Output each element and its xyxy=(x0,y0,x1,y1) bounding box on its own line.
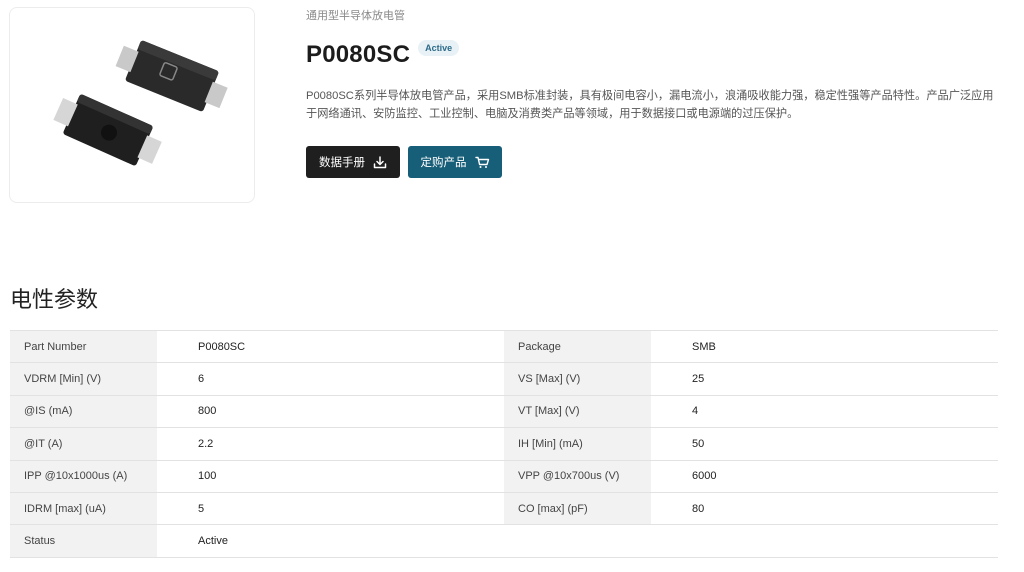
spec-value: 4 xyxy=(651,394,998,428)
spec-label: Package xyxy=(504,329,651,363)
spec-label: VPP @10x700us (V) xyxy=(504,459,651,493)
spec-label: IH [Min] (mA) xyxy=(504,427,651,461)
spec-value: 80 xyxy=(651,491,998,525)
spec-label: @IT (A) xyxy=(10,427,157,461)
spec-label: VDRM [Min] (V) xyxy=(10,362,157,396)
status-badge: Active xyxy=(418,40,460,56)
spec-value: P0080SC xyxy=(157,329,504,363)
buy-button-label: 定购产品 xyxy=(420,157,467,169)
spec-label: @IS (mA) xyxy=(10,394,157,428)
spec-label: IPP @10x1000us (A) xyxy=(10,459,157,493)
spec-label: VS [Max] (V) xyxy=(504,362,651,396)
table-row: @IS (mA) 800 VT [Max] (V) 4 xyxy=(10,394,998,428)
page-title: P0080SC xyxy=(306,41,411,68)
spec-table: Part Number P0080SC Package SMB VDRM [Min] (… xyxy=(10,329,998,558)
smb-package-photo xyxy=(53,40,228,166)
spec-label: CO [max] (pF) xyxy=(504,491,651,525)
section-title: 电性参数 xyxy=(10,288,99,313)
table-row: IPP @10x1000us (A) 100 VPP @10x700us (V) 60… xyxy=(10,459,998,493)
spec-label xyxy=(504,524,651,558)
spec-value: Active xyxy=(157,524,504,558)
product-category: 通用型半导体放电管 xyxy=(306,10,405,22)
cart-icon xyxy=(474,156,489,168)
spec-value: 800 xyxy=(157,394,504,428)
spec-label: Status xyxy=(10,524,157,558)
product-image xyxy=(9,7,255,203)
spec-label: Part Number xyxy=(10,329,157,363)
buy-button[interactable]: 定购产品 xyxy=(408,146,502,178)
spec-value: 6 xyxy=(157,362,504,396)
table-row: Part Number P0080SC Package SMB xyxy=(10,329,998,363)
spec-value: SMB xyxy=(651,329,998,363)
table-row: @IT (A) 2.2 IH [Min] (mA) 50 xyxy=(10,427,998,461)
product-description: P0080SC系列半导体放电管产品，采用SMB标准封装，具有极间电容小，漏电流小… xyxy=(306,90,994,120)
spec-label: VT [Max] (V) xyxy=(504,394,651,428)
table-row: Status Active xyxy=(10,524,998,558)
title-row: P0080SC Active xyxy=(306,40,460,69)
spec-value: 100 xyxy=(157,459,504,493)
datasheet-button-label: 数据手册 xyxy=(319,157,365,169)
table-row: IDRM [max] (uA) 5 CO [max] (pF) 80 xyxy=(10,491,998,525)
spec-value: 2.2 xyxy=(157,427,504,461)
spec-value: 6000 xyxy=(651,459,998,493)
table-row: VDRM [Min] (V) 6 VS [Max] (V) 25 xyxy=(10,362,998,396)
datasheet-button[interactable]: 数据手册 xyxy=(306,146,400,178)
spec-value: 25 xyxy=(651,362,998,396)
spec-value: 5 xyxy=(157,491,504,525)
spec-label: IDRM [max] (uA) xyxy=(10,491,157,525)
download-icon xyxy=(373,155,387,168)
spec-value: 50 xyxy=(651,427,998,461)
spec-value xyxy=(651,524,998,558)
